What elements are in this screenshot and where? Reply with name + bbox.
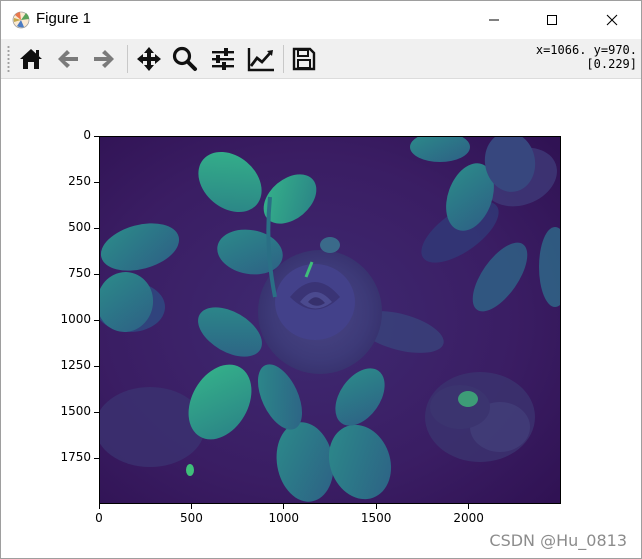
floppy-disk-icon (292, 47, 316, 71)
y-tick-label: 1250 (60, 358, 91, 372)
close-icon (606, 14, 618, 26)
x-tick-mark (375, 504, 377, 509)
y-tick-mark (94, 227, 99, 229)
line-chart-icon (247, 48, 274, 72)
title-bar: Figure 1 (1, 1, 641, 39)
maximize-button[interactable] (529, 1, 575, 39)
y-tick-label: 0 (83, 128, 91, 142)
home-icon (20, 49, 42, 69)
save-button[interactable] (288, 43, 320, 75)
magnifier-icon (172, 46, 197, 71)
x-tick-label: 0 (95, 511, 103, 525)
edit-axis-button[interactable] (245, 43, 277, 75)
arrow-left-icon (58, 50, 78, 68)
y-tick-mark (94, 135, 99, 137)
y-tick-mark (94, 365, 99, 367)
rose-grayscale-image (100, 137, 560, 503)
figure-window: Figure 1 x=1066. y=970. [0.229] 0 250 50… (0, 0, 642, 559)
x-tick-mark (98, 504, 100, 509)
toolbar-separator (283, 45, 284, 73)
y-tick-mark (94, 457, 99, 459)
figure-canvas[interactable]: 0 250 500 750 1000 1250 1500 1750 0 500 1000 1500 2… (1, 80, 641, 558)
coordinates-xy: x=1066. y=970. (535, 43, 637, 57)
x-tick-label: 2000 (453, 511, 484, 525)
pan-button[interactable] (133, 43, 165, 75)
minimize-icon (489, 19, 499, 21)
cursor-coordinates-readout: x=1066. y=970. [0.229] (536, 43, 637, 71)
move-icon (137, 47, 161, 71)
y-tick-label: 1750 (60, 450, 91, 464)
x-tick-mark (468, 504, 470, 509)
y-tick-label: 500 (68, 220, 91, 234)
y-tick-label: 1500 (60, 404, 91, 418)
x-tick-label: 1000 (268, 511, 300, 525)
toolbar-grip[interactable] (7, 45, 10, 73)
navigation-toolbar: x=1066. y=970. [0.229] (1, 39, 641, 79)
back-button[interactable] (52, 43, 84, 75)
maximize-icon (547, 15, 557, 25)
forward-button[interactable] (88, 43, 120, 75)
sliders-icon (212, 48, 234, 70)
toolbar-separator (127, 45, 128, 73)
home-button[interactable] (15, 43, 47, 75)
close-button[interactable] (589, 1, 635, 39)
x-tick-label: 1500 (360, 511, 392, 525)
minimize-button[interactable] (471, 1, 517, 39)
x-tick-label: 500 (179, 511, 203, 525)
y-tick-label: 1000 (60, 312, 91, 326)
y-tick-label: 750 (68, 266, 91, 280)
y-tick-mark (94, 273, 99, 275)
watermark-text: CSDN @Hu_0813 (489, 531, 627, 550)
y-tick-mark (94, 411, 99, 413)
zoom-button[interactable] (169, 43, 201, 75)
y-tick-mark (94, 319, 99, 321)
configure-subplots-button[interactable] (207, 43, 239, 75)
image-axes[interactable] (99, 136, 561, 504)
arrow-right-icon (94, 50, 114, 68)
x-tick-mark (283, 504, 285, 509)
window-title: Figure 1 (36, 10, 92, 27)
y-tick-mark (94, 181, 99, 183)
matplotlib-logo-icon (11, 10, 31, 30)
coordinates-value: [0.229] (586, 57, 637, 71)
x-tick-mark (190, 504, 192, 509)
y-tick-label: 250 (68, 174, 91, 188)
